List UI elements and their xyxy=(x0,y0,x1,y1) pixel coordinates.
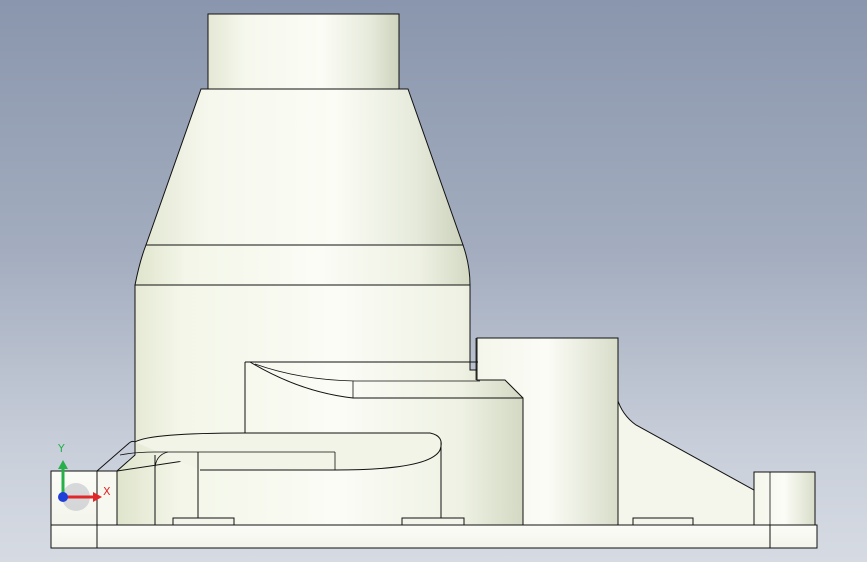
3d-viewport[interactable]: X Y xyxy=(0,0,867,562)
x-axis-label: X xyxy=(103,485,111,498)
cone-section xyxy=(145,88,464,246)
right-rib xyxy=(616,397,755,526)
base-plate xyxy=(50,524,818,549)
right-boss xyxy=(753,471,816,526)
top-cylinder xyxy=(207,13,400,90)
y-axis-arrow xyxy=(58,460,68,469)
origin-dot xyxy=(58,492,68,502)
cad-part-model[interactable] xyxy=(0,0,867,562)
y-axis-label: Y xyxy=(58,442,65,455)
main-body xyxy=(116,244,524,526)
